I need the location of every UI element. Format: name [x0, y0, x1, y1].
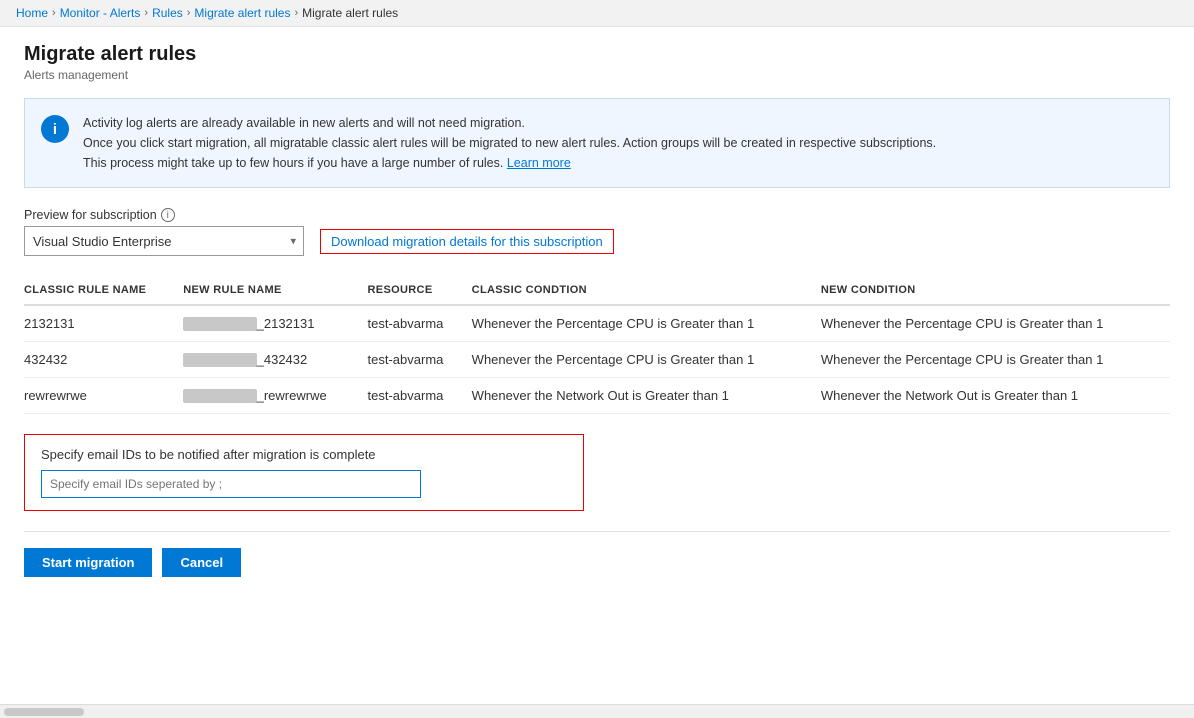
- col-resource: Resource: [368, 276, 472, 305]
- rules-table: Classic Rule Name New Rule Name Resource…: [24, 276, 1170, 414]
- cell-classic-name: rewrewrwe: [24, 378, 183, 414]
- email-section: Specify email IDs to be notified after m…: [24, 434, 584, 511]
- breadcrumb-rules[interactable]: Rules: [152, 6, 183, 20]
- subscription-row: Preview for subscription i Visual Studio…: [24, 208, 1170, 256]
- cell-classic-condition: Whenever the Network Out is Greater than…: [472, 378, 821, 414]
- cell-classic-condition: Whenever the Percentage CPU is Greater t…: [472, 342, 821, 378]
- redacted-prefix: migrated____: [183, 389, 256, 403]
- cell-resource: test-abvarma: [368, 342, 472, 378]
- scroll-thumb: [4, 708, 84, 716]
- cancel-button[interactable]: Cancel: [162, 548, 241, 577]
- cell-new-condition: Whenever the Percentage CPU is Greater t…: [821, 305, 1170, 342]
- redacted-prefix: migrated____: [183, 353, 256, 367]
- subscription-dropdown-wrapper: Visual Studio Enterprise ▾: [24, 226, 304, 256]
- table-row: rewrewrwemigrated_____rewrewrwetest-abva…: [24, 378, 1170, 414]
- cell-new-name: migrated_____432432: [183, 342, 367, 378]
- breadcrumb: Home › Monitor - Alerts › Rules › Migrat…: [0, 0, 1194, 27]
- scroll-area: [0, 704, 1194, 718]
- breadcrumb-monitor-alerts[interactable]: Monitor - Alerts: [60, 6, 141, 20]
- cell-new-name: migrated_____2132131: [183, 305, 367, 342]
- breadcrumb-home[interactable]: Home: [16, 6, 48, 20]
- col-classic-rule-name: Classic Rule Name: [24, 276, 183, 305]
- redacted-prefix: migrated____: [183, 317, 256, 331]
- info-banner: i Activity log alerts are already availa…: [24, 98, 1170, 188]
- col-new-condition: New Condition: [821, 276, 1170, 305]
- learn-more-link[interactable]: Learn more: [507, 156, 571, 170]
- breadcrumb-sep-3: ›: [187, 7, 191, 19]
- subscription-label: Preview for subscription i: [24, 208, 304, 222]
- cell-resource: test-abvarma: [368, 378, 472, 414]
- table-header-row: Classic Rule Name New Rule Name Resource…: [24, 276, 1170, 305]
- breadcrumb-sep-4: ›: [294, 7, 298, 19]
- table-row: 432432migrated_____432432test-abvarmaWhe…: [24, 342, 1170, 378]
- cell-new-name: migrated_____rewrewrwe: [183, 378, 367, 414]
- cell-classic-name: 2132131: [24, 305, 183, 342]
- subscription-select-wrapper: Preview for subscription i Visual Studio…: [24, 208, 304, 256]
- page-subtitle: Alerts management: [24, 68, 1170, 82]
- breadcrumb-current: Migrate alert rules: [302, 6, 398, 20]
- col-classic-condition: Classic Condtion: [472, 276, 821, 305]
- start-migration-button[interactable]: Start migration: [24, 548, 152, 577]
- subscription-info-icon: i: [161, 208, 175, 222]
- subscription-select[interactable]: Visual Studio Enterprise: [24, 226, 304, 256]
- breadcrumb-sep-1: ›: [52, 7, 56, 19]
- main-content: Migrate alert rules Alerts management i …: [0, 27, 1194, 593]
- info-line1: Activity log alerts are already availabl…: [83, 116, 525, 130]
- info-icon: i: [41, 115, 69, 143]
- breadcrumb-sep-2: ›: [144, 7, 148, 19]
- cell-classic-condition: Whenever the Percentage CPU is Greater t…: [472, 305, 821, 342]
- col-new-rule-name: New Rule Name: [183, 276, 367, 305]
- cell-classic-name: 432432: [24, 342, 183, 378]
- cell-new-condition: Whenever the Network Out is Greater than…: [821, 378, 1170, 414]
- email-label: Specify email IDs to be notified after m…: [41, 447, 567, 462]
- page-title: Migrate alert rules: [24, 43, 1170, 66]
- info-line2: Once you click start migration, all migr…: [83, 136, 936, 150]
- cell-new-condition: Whenever the Percentage CPU is Greater t…: [821, 342, 1170, 378]
- breadcrumb-migrate-1[interactable]: Migrate alert rules: [194, 6, 290, 20]
- email-input[interactable]: [41, 470, 421, 498]
- cell-resource: test-abvarma: [368, 305, 472, 342]
- info-banner-text: Activity log alerts are already availabl…: [83, 113, 936, 173]
- divider: [24, 531, 1170, 532]
- download-migration-link[interactable]: Download migration details for this subs…: [320, 229, 614, 254]
- button-row: Start migration Cancel: [24, 548, 1170, 577]
- info-line3: This process might take up to few hours …: [83, 156, 503, 170]
- table-row: 2132131migrated_____2132131test-abvarmaW…: [24, 305, 1170, 342]
